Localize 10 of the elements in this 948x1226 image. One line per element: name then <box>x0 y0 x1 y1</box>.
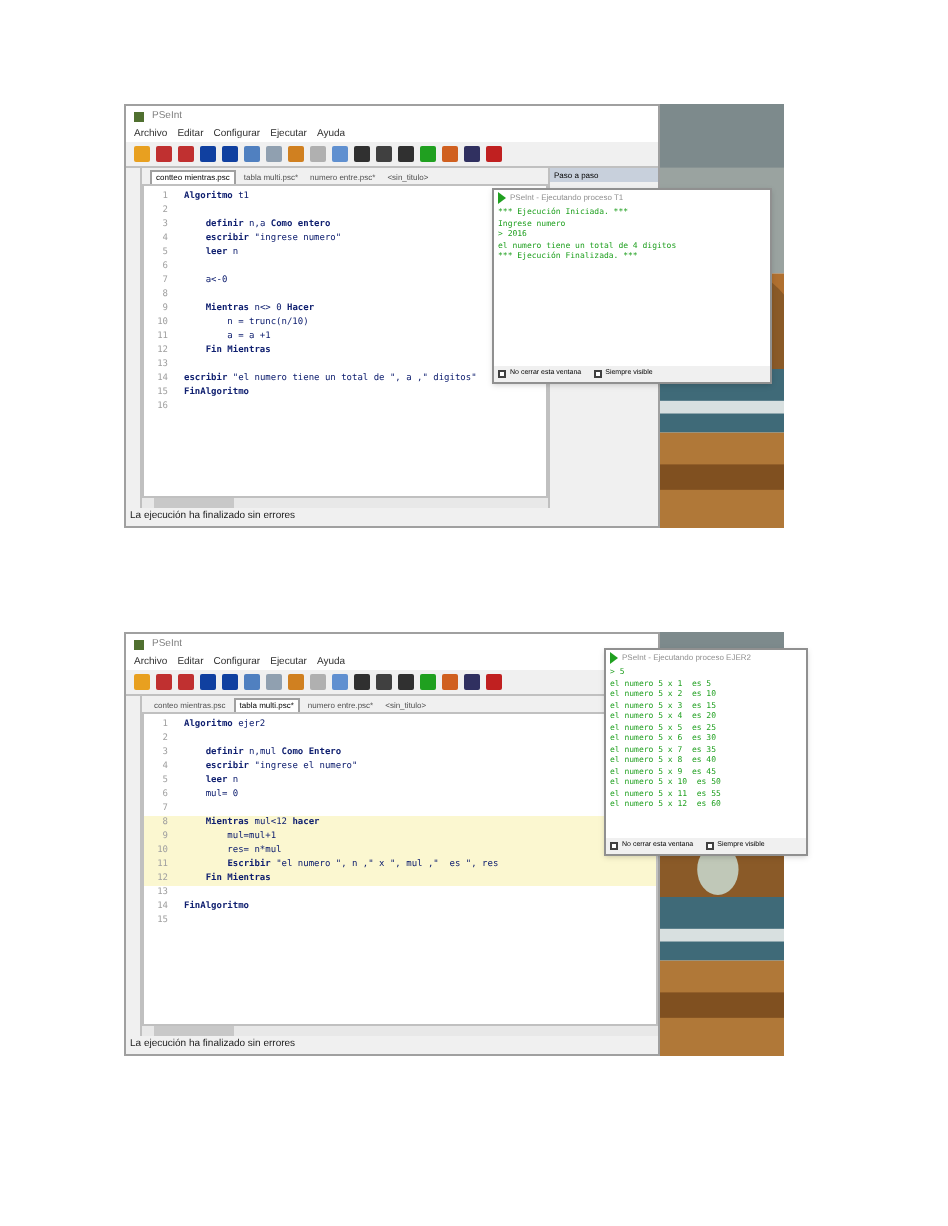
checkbox[interactable] <box>610 842 618 850</box>
checkbox[interactable] <box>498 370 506 378</box>
checkbox[interactable] <box>593 370 602 378</box>
play-icon <box>498 192 506 204</box>
scrollbar[interactable] <box>142 1026 658 1036</box>
play-icon <box>610 652 618 664</box>
scrollbar[interactable] <box>142 498 548 508</box>
checkbox[interactable] <box>705 842 714 850</box>
app-icon <box>134 639 144 649</box>
app-icon <box>134 111 144 121</box>
